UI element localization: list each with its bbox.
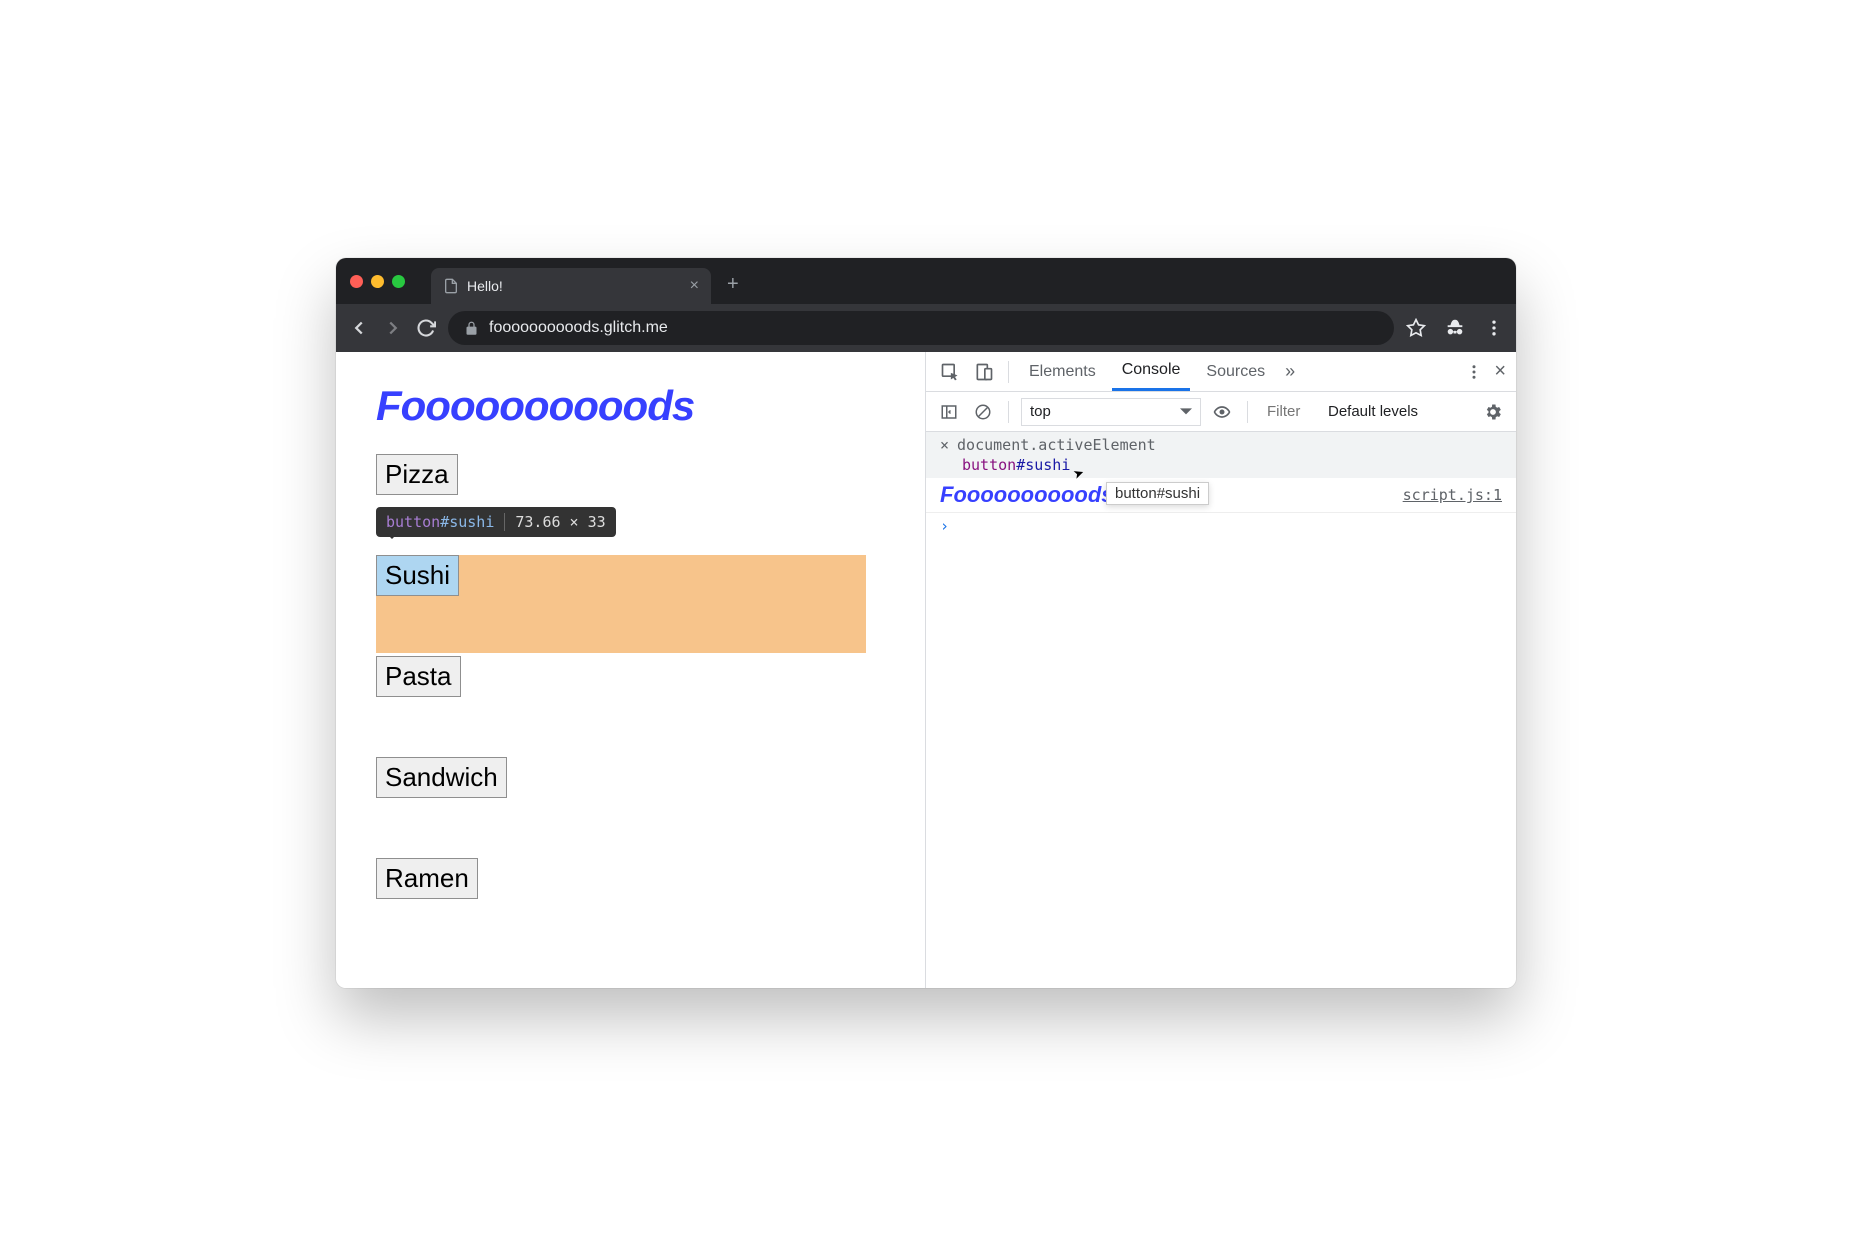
inspect-selector-element: button [386,513,440,531]
tab-sources[interactable]: Sources [1196,352,1275,391]
console-body: × document.activeElement button#sushi Foo… [926,432,1516,988]
bookmark-star-icon[interactable] [1406,318,1426,338]
reload-button[interactable] [416,318,436,338]
food-button-pizza[interactable]: Pizza [376,454,458,495]
incognito-icon[interactable] [1444,317,1466,339]
page-heading: Foooooooooods [376,382,885,430]
console-toolbar: top Default levels [926,392,1516,432]
lock-icon [464,321,479,336]
log-message: Foooooooooods [940,482,1114,508]
rendered-page: Foooooooooods Pizza button#sushi 73.66 ×… [336,352,926,988]
live-expression-row: × document.activeElement button#sushi [926,432,1516,478]
console-prompt[interactable]: › [926,513,1516,539]
element-hover-tooltip: button#sushi [1106,482,1209,505]
inspect-tooltip: button#sushi 73.66 × 33 [376,507,616,537]
console-settings-icon[interactable] [1480,399,1506,425]
devtools-tabbar: Elements Console Sources » × [926,352,1516,392]
toolbar-right [1406,317,1504,339]
minimize-window-button[interactable] [371,275,384,288]
close-window-button[interactable] [350,275,363,288]
food-button-sandwich[interactable]: Sandwich [376,757,507,798]
more-tabs-icon[interactable]: » [1285,361,1295,382]
maximize-window-button[interactable] [392,275,405,288]
forward-button[interactable] [382,317,404,339]
inspect-element-icon[interactable] [936,358,964,386]
food-button-sushi[interactable]: Sushi [376,555,459,596]
tab-title: Hello! [467,278,503,294]
execution-context-select[interactable]: top [1021,398,1201,426]
remove-live-expression-icon[interactable]: × [940,436,949,454]
browser-toolbar: foooooooooods.glitch.me [336,304,1516,352]
window-controls [350,275,405,288]
food-button-pasta[interactable]: Pasta [376,656,461,697]
inspect-selector-id: #sushi [440,513,494,531]
console-log-row: Foooooooooods script.js:1 [926,478,1516,513]
console-filter-input[interactable] [1260,399,1320,425]
log-levels-select[interactable]: Default levels [1328,403,1418,420]
content-area: Foooooooooods Pizza button#sushi 73.66 ×… [336,352,1516,988]
food-button-ramen[interactable]: Ramen [376,858,478,899]
inspected-row: button#sushi 73.66 × 33 Sushi [376,555,885,596]
device-toolbar-icon[interactable] [970,358,998,386]
back-button[interactable] [348,317,370,339]
tab-strip: Hello! × + [336,258,1516,304]
inspect-dimensions: 73.66 × 33 [515,513,605,531]
close-tab-button[interactable]: × [690,277,699,295]
page-icon [443,278,459,294]
devtools-menu-icon[interactable] [1460,358,1488,386]
live-expression-text[interactable]: document.activeElement [957,436,1156,454]
clear-console-icon[interactable] [970,399,996,425]
devtools-panel: Elements Console Sources » × [926,352,1516,988]
result-id: #sushi [1016,456,1070,474]
result-element: button [962,456,1016,474]
tab-console[interactable]: Console [1112,352,1191,391]
tab-elements[interactable]: Elements [1019,352,1106,391]
live-expression-icon[interactable] [1209,399,1235,425]
tooltip-divider [504,513,505,531]
new-tab-button[interactable]: + [727,273,739,296]
context-value: top [1030,403,1051,420]
log-source-link[interactable]: script.js:1 [1403,486,1502,504]
live-expression-result[interactable]: button#sushi [940,456,1502,474]
console-sidebar-toggle-icon[interactable] [936,399,962,425]
browser-tab[interactable]: Hello! × [431,268,711,304]
url-text: foooooooooods.glitch.me [489,319,668,337]
address-bar[interactable]: foooooooooods.glitch.me [448,311,1394,345]
browser-menu-button[interactable] [1484,318,1504,338]
devtools-close-icon[interactable]: × [1494,360,1506,383]
browser-window: Hello! × + foooooooooods.glitch.me [336,258,1516,988]
